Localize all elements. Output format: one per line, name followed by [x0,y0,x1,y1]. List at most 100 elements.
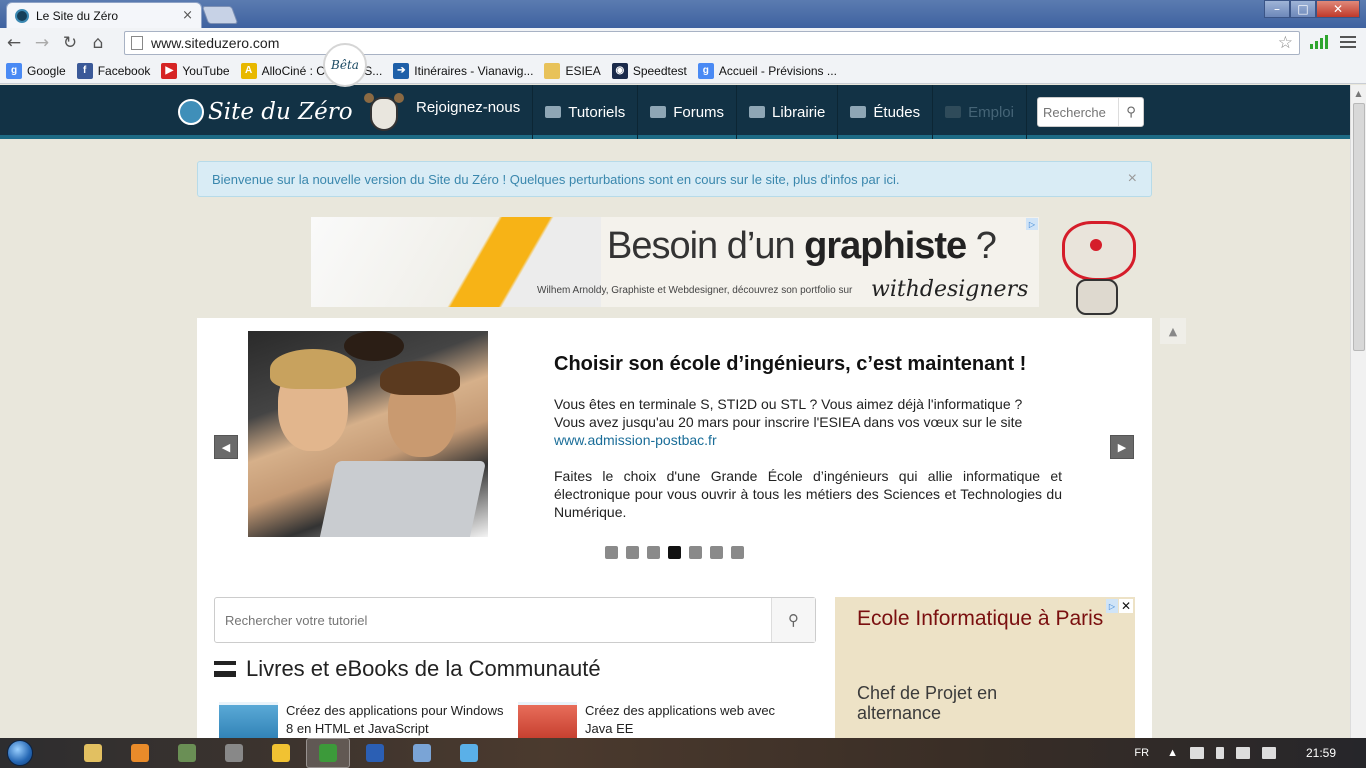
scroll-to-top-button[interactable]: ▲ [1160,318,1186,344]
bookmark-label: ESIEA [565,63,601,78]
bookmark-label: Facebook [97,63,151,78]
minimize-button[interactable]: – [1264,0,1290,18]
header-search-input[interactable] [1038,104,1118,120]
slider-prev-button[interactable]: ◀ [214,435,238,459]
home-button[interactable]: ⌂ [84,29,112,57]
taskbar-app[interactable] [306,738,350,768]
new-tab-button[interactable] [201,6,239,24]
forward-button[interactable]: → [28,29,56,57]
bookmark-item[interactable]: f Facebook [76,62,151,79]
side-ad[interactable]: Ecole Informatique à Paris Chef de Proje… [835,597,1135,738]
site-logo[interactable]: Site du Zéro [178,85,353,139]
browser-tab[interactable]: Le Site du Zéro × [6,2,202,28]
itunes-icon [460,744,478,762]
books-heading-text: Livres et eBooks de la Communauté [246,656,601,681]
banner-ad[interactable]: Besoin d’un graphiste ? Wilhem Arnoldy, … [311,217,1039,307]
slider-dot[interactable] [605,546,618,559]
bookmark-star-icon[interactable]: ☆ [1278,33,1293,53]
nav-item-études[interactable]: Études [838,85,934,139]
slider-dot[interactable] [668,546,681,559]
beta-badge: Bêta [323,43,367,87]
search-icon[interactable]: ⚲ [771,598,815,642]
clock[interactable]: 21:59 [1306,746,1336,760]
ad-choices-icon[interactable]: ▷ [1026,218,1038,230]
slider-next-button[interactable]: ▶ [1110,435,1134,459]
nav-item-librairie[interactable]: Librairie [737,85,839,139]
folder-icon [544,62,561,79]
start-button[interactable] [0,738,40,768]
slider-dot[interactable] [689,546,702,559]
signal-extension-icon[interactable] [1310,35,1328,49]
word-icon [366,744,384,762]
close-window-button[interactable]: ✕ [1316,0,1360,18]
logo-badge-icon [178,99,204,125]
slider-dot[interactable] [710,546,723,559]
bookmark-item[interactable]: ◉ Speedtest [611,62,687,79]
alert-close-icon[interactable]: × [1128,170,1137,188]
nav-item-tutoriels[interactable]: Tutoriels [533,85,639,139]
network-signal-icon[interactable] [1235,747,1250,759]
taskbar-app[interactable] [212,738,256,768]
scrollbar-thumb[interactable] [1353,103,1365,351]
home-icon: ⌂ [92,33,104,53]
taskbar-app[interactable] [71,738,115,768]
taskbar-app[interactable] [353,738,397,768]
volume-icon[interactable] [1261,747,1276,759]
book-item[interactable]: Créez des applications web avec Java EE [518,702,805,742]
site-header: Site du Zéro Rejoignez-nous Tutoriels For… [0,85,1350,139]
bookmark-item[interactable]: ➔ Itinéraires - Vianavig... [393,62,534,79]
taskbar-app[interactable] [118,738,162,768]
forums-icon [650,106,667,118]
join-link[interactable]: Rejoignez-nous [404,85,534,139]
library-icon [749,106,766,118]
language-indicator[interactable]: FR [1134,747,1149,759]
slider-dot[interactable] [626,546,639,559]
address-bar[interactable]: www.siteduzero.com ☆ [124,31,1300,55]
slider-dot[interactable] [731,546,744,559]
bookmark-item[interactable]: ▶ YouTube [161,62,230,79]
bookmark-item[interactable]: ESIEA [544,62,601,79]
bookmark-label: YouTube [182,63,230,78]
slider-dots [605,546,744,559]
book-title[interactable]: Créez des applications pour Windows 8 en… [286,702,506,742]
nav-label: Librairie [772,103,826,121]
show-hidden-icons-icon[interactable]: ▲ [1167,747,1178,759]
browser-toolbar: ← → ↻ ⌂ www.siteduzero.com ☆ [0,28,1366,58]
bookmark-item[interactable]: g Google [6,62,66,79]
menu-icon[interactable] [1340,34,1356,50]
bookmark-label: Accueil - Prévisions ... [718,63,837,78]
back-button[interactable]: ← [0,29,28,57]
nav-item-emploi: Emploi [933,85,1027,139]
page-scrollbar[interactable]: ▲ [1350,85,1366,738]
site-favicon-icon [15,8,29,23]
tab-close-icon[interactable]: × [182,8,193,23]
book-item[interactable]: Créez des applications pour Windows 8 en… [219,702,506,742]
allocine-icon: A [240,62,257,79]
search-icon[interactable]: ⚲ [1118,98,1143,126]
maximize-button[interactable]: □ [1290,0,1316,18]
taskbar-app[interactable] [400,738,444,768]
slider-dot[interactable] [647,546,660,559]
nav-label: Forums [673,103,725,121]
ad-choices-icon[interactable]: ▷ [1106,599,1118,613]
bookmark-label: Itinéraires - Vianavig... [414,63,534,78]
slide-line-1: Vous êtes en terminale S, STI2D ou STL ?… [554,396,1023,412]
action-center-flag-icon[interactable] [1189,747,1204,759]
bookmark-item[interactable]: g Accueil - Prévisions ... [697,62,837,79]
scroll-up-icon[interactable]: ▲ [1351,85,1366,101]
book-title[interactable]: Créez des applications web avec Java EE [585,702,805,742]
reload-button[interactable]: ↻ [56,29,84,57]
slide-paragraph-2: Faites le choix d'une Grande École d’ing… [554,468,1062,520]
job-icon [945,106,962,118]
nav-item-forums[interactable]: Forums [638,85,738,139]
books-heading: Livres et eBooks de la Communauté [214,656,601,682]
url-text[interactable]: www.siteduzero.com [151,35,1278,51]
taskbar-app[interactable] [259,738,303,768]
admission-link[interactable]: www.admission-postbac.fr [554,432,717,448]
tutorial-search-input[interactable] [215,612,771,628]
lion-mascot-image [1058,219,1142,317]
battery-icon[interactable] [1215,747,1224,759]
taskbar-app[interactable] [165,738,209,768]
taskbar-app[interactable] [447,738,491,768]
ad-close-icon[interactable]: ✕ [1119,599,1133,613]
